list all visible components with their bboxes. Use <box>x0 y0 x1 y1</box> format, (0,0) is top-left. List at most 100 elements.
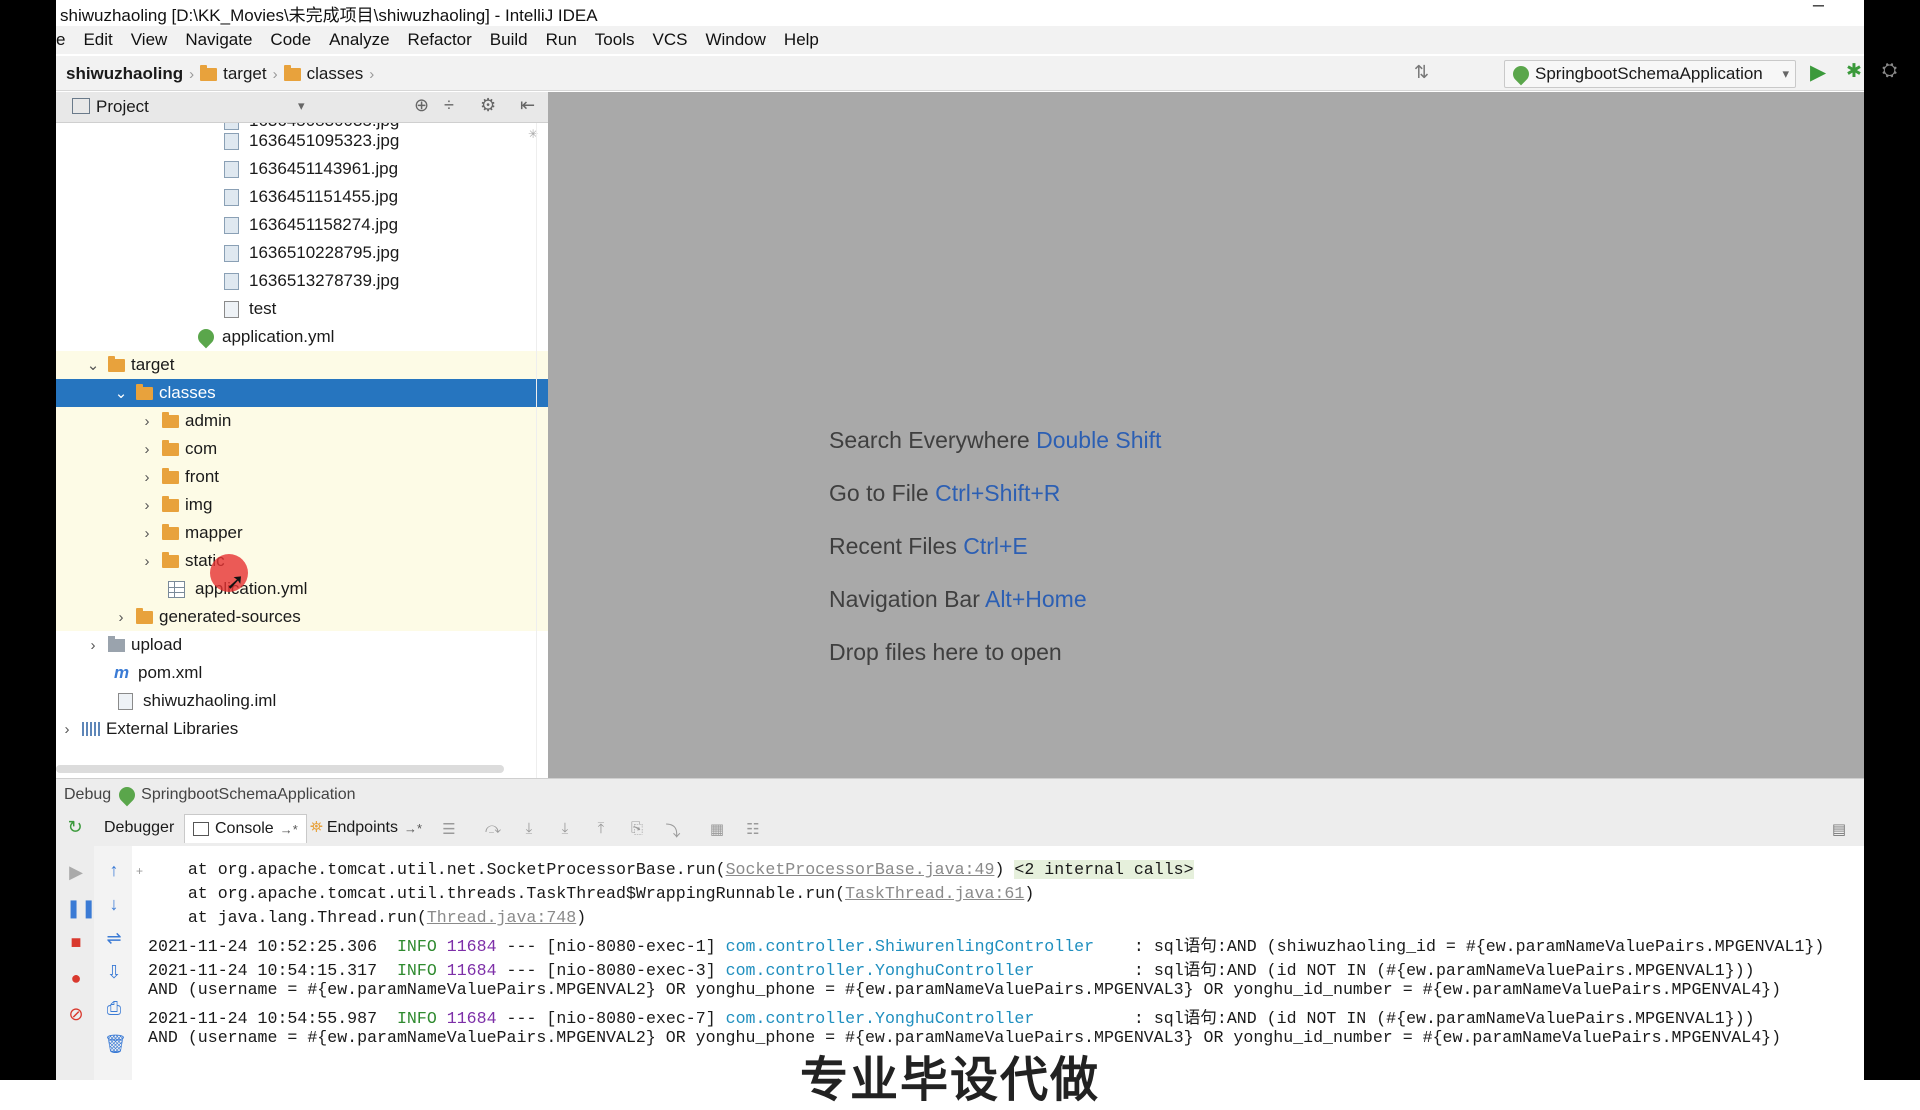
tree-item-classes-selected[interactable]: ⌄ classes <box>56 379 548 407</box>
tree-item[interactable]: 1636451095323.jpg <box>56 127 548 155</box>
window-title: shiwuzhaoling [D:\KK_Movies\未完成项目\shiwuz… <box>60 6 598 25</box>
arrow-up-icon[interactable]: ↑ <box>104 860 124 880</box>
editor-empty-area[interactable] <box>548 92 1864 778</box>
view-breakpoints-icon[interactable]: ● <box>66 968 86 988</box>
breadcrumb-project[interactable]: shiwuzhaoling <box>66 64 183 84</box>
tab-debugger[interactable]: Debugger <box>96 814 182 842</box>
tree-item[interactable]: › img <box>56 491 548 519</box>
debug-icon[interactable]: ✱ <box>1846 60 1862 83</box>
horizontal-scrollbar[interactable] <box>56 765 504 773</box>
scroll-to-end-icon[interactable]: ⇩ <box>104 962 124 982</box>
soft-wrap-icon[interactable]: ⇌ <box>104 928 124 948</box>
tree-item[interactable]: › front <box>56 463 548 491</box>
collapse-all-icon[interactable]: ÷ <box>444 95 454 116</box>
pause-icon[interactable]: ❚❚ <box>66 898 96 918</box>
step-out-icon[interactable]: ⤒ <box>592 820 610 837</box>
menu-edit[interactable]: Edit <box>74 30 121 50</box>
tree-item[interactable]: 1636510228795.jpg <box>56 239 548 267</box>
chevron-right-icon[interactable]: › <box>86 637 100 654</box>
tree-item[interactable]: shiwuzhaoling.iml <box>56 687 548 715</box>
rerun-icon[interactable]: ↻ <box>66 817 84 837</box>
stop-icon[interactable]: ■ <box>66 932 86 952</box>
menu-view[interactable]: View <box>122 30 177 50</box>
tree-item[interactable]: 1636451158274.jpg <box>56 211 548 239</box>
source-link[interactable]: SocketProcessorBase.java:49 <box>726 860 995 879</box>
menu-window[interactable]: Window <box>696 30 774 50</box>
chevron-down-icon[interactable]: ▾ <box>298 98 305 114</box>
trace-stream-icon[interactable]: ☷ <box>744 820 762 838</box>
layout-settings-icon[interactable]: ▤ <box>1830 820 1848 838</box>
project-view-label[interactable]: Project <box>96 97 149 117</box>
tree-item[interactable]: › static <box>56 547 548 575</box>
show-execution-point-icon[interactable]: ☰ <box>440 820 458 838</box>
gear-icon[interactable]: ⚙ <box>480 95 496 116</box>
coverage-icon[interactable]: ⛭ <box>1882 60 1897 82</box>
minimize-button[interactable]: – <box>1813 0 1824 17</box>
tree-item[interactable]: application.yml <box>56 575 548 603</box>
chevron-right-icon[interactable]: › <box>60 721 74 738</box>
source-link[interactable]: Thread.java:748 <box>427 908 576 927</box>
chevron-right-icon[interactable]: › <box>140 413 154 430</box>
menu-help[interactable]: Help <box>775 30 828 50</box>
chevron-right-icon[interactable]: › <box>140 553 154 570</box>
menu-file-partial[interactable]: e <box>56 30 74 50</box>
tree-item[interactable]: 1636451143961.jpg <box>56 155 548 183</box>
console-side-toolbar: ↑ ↓ ⇌ ⇩ ⎙ 🗑 <box>94 846 133 1080</box>
source-link[interactable]: TaskThread.java:61 <box>845 884 1024 903</box>
evaluate-expression-icon[interactable]: ▦ <box>708 820 726 838</box>
tree-item[interactable]: 1636451151455.jpg <box>56 183 548 211</box>
chevron-right-icon[interactable]: › <box>140 441 154 458</box>
tree-item[interactable]: test <box>56 295 548 323</box>
tree-item[interactable]: › com <box>56 435 548 463</box>
trash-icon[interactable]: 🗑 <box>104 1034 127 1054</box>
chevron-down-icon[interactable]: ⌄ <box>86 356 100 374</box>
mouse-cursor-icon: ➚ <box>226 569 245 594</box>
tree-item[interactable]: › upload <box>56 631 548 659</box>
mute-breakpoints-icon[interactable]: ⊘ <box>66 1004 86 1024</box>
chevron-right-icon[interactable]: › <box>140 525 154 542</box>
expand-icon[interactable]: + <box>136 864 143 878</box>
menu-analyze[interactable]: Analyze <box>320 30 398 50</box>
menu-run[interactable]: Run <box>537 30 586 50</box>
run-to-cursor-icon[interactable]: ⤵ <box>664 820 682 840</box>
drop-frame-icon[interactable]: ⎘ <box>628 820 646 837</box>
internal-calls[interactable]: <2 internal calls> <box>1014 860 1194 879</box>
menu-navigate[interactable]: Navigate <box>176 30 261 50</box>
tree-item[interactable]: › generated-sources <box>56 603 548 631</box>
tab-endpoints[interactable]: ⛯ Endpoints →* <box>302 814 430 842</box>
tree-item[interactable]: application.yml <box>56 323 548 351</box>
tree-item[interactable]: 1636513278739.jpg <box>56 267 548 295</box>
chevron-down-icon[interactable]: ⌄ <box>114 384 128 402</box>
print-icon[interactable]: ⎙ <box>104 998 124 1018</box>
step-into-icon[interactable]: ⤓ <box>520 820 538 837</box>
run-icon[interactable]: ▶ <box>1810 60 1826 85</box>
breadcrumb-classes[interactable]: classes <box>307 64 364 84</box>
locate-icon[interactable]: ⊕ <box>414 95 429 116</box>
menu-tools[interactable]: Tools <box>586 30 644 50</box>
tab-console[interactable]: Console →* <box>184 814 307 843</box>
tree-item[interactable]: › admin <box>56 407 548 435</box>
breadcrumb-target[interactable]: target <box>223 64 266 84</box>
arrow-down-icon[interactable]: ↓ <box>104 894 124 914</box>
menu-build[interactable]: Build <box>481 30 537 50</box>
chevron-right-icon[interactable]: › <box>114 609 128 626</box>
menu-code[interactable]: Code <box>261 30 320 50</box>
chevron-right-icon[interactable]: › <box>140 469 154 486</box>
force-step-into-icon[interactable]: ⤓ <box>556 820 574 837</box>
vertical-scrollbar[interactable] <box>536 123 547 778</box>
tree-item[interactable]: › External Libraries <box>56 715 548 743</box>
tree-item-target[interactable]: ⌄ target <box>56 351 548 379</box>
hide-panel-icon[interactable]: ⇤ <box>520 95 535 116</box>
menu-refactor[interactable]: Refactor <box>399 30 481 50</box>
menu-vcs[interactable]: VCS <box>643 30 696 50</box>
resume-icon[interactable]: ▶ <box>66 862 86 882</box>
folder-icon <box>162 551 179 568</box>
project-panel-header: Project ▾ ⊕ ÷ ⚙ ⇤ <box>56 92 548 123</box>
tree-item[interactable]: › mapper <box>56 519 548 547</box>
step-over-icon[interactable]: ⤼ <box>484 820 502 837</box>
chevron-right-icon[interactable]: › <box>140 497 154 514</box>
run-configuration-select[interactable]: SpringbootSchemaApplication ▾ <box>1504 60 1796 88</box>
debug-config-name[interactable]: SpringbootSchemaApplication <box>141 786 355 804</box>
build-icon[interactable]: ⇅ <box>1414 62 1429 83</box>
tree-item[interactable]: m pom.xml <box>56 659 548 687</box>
